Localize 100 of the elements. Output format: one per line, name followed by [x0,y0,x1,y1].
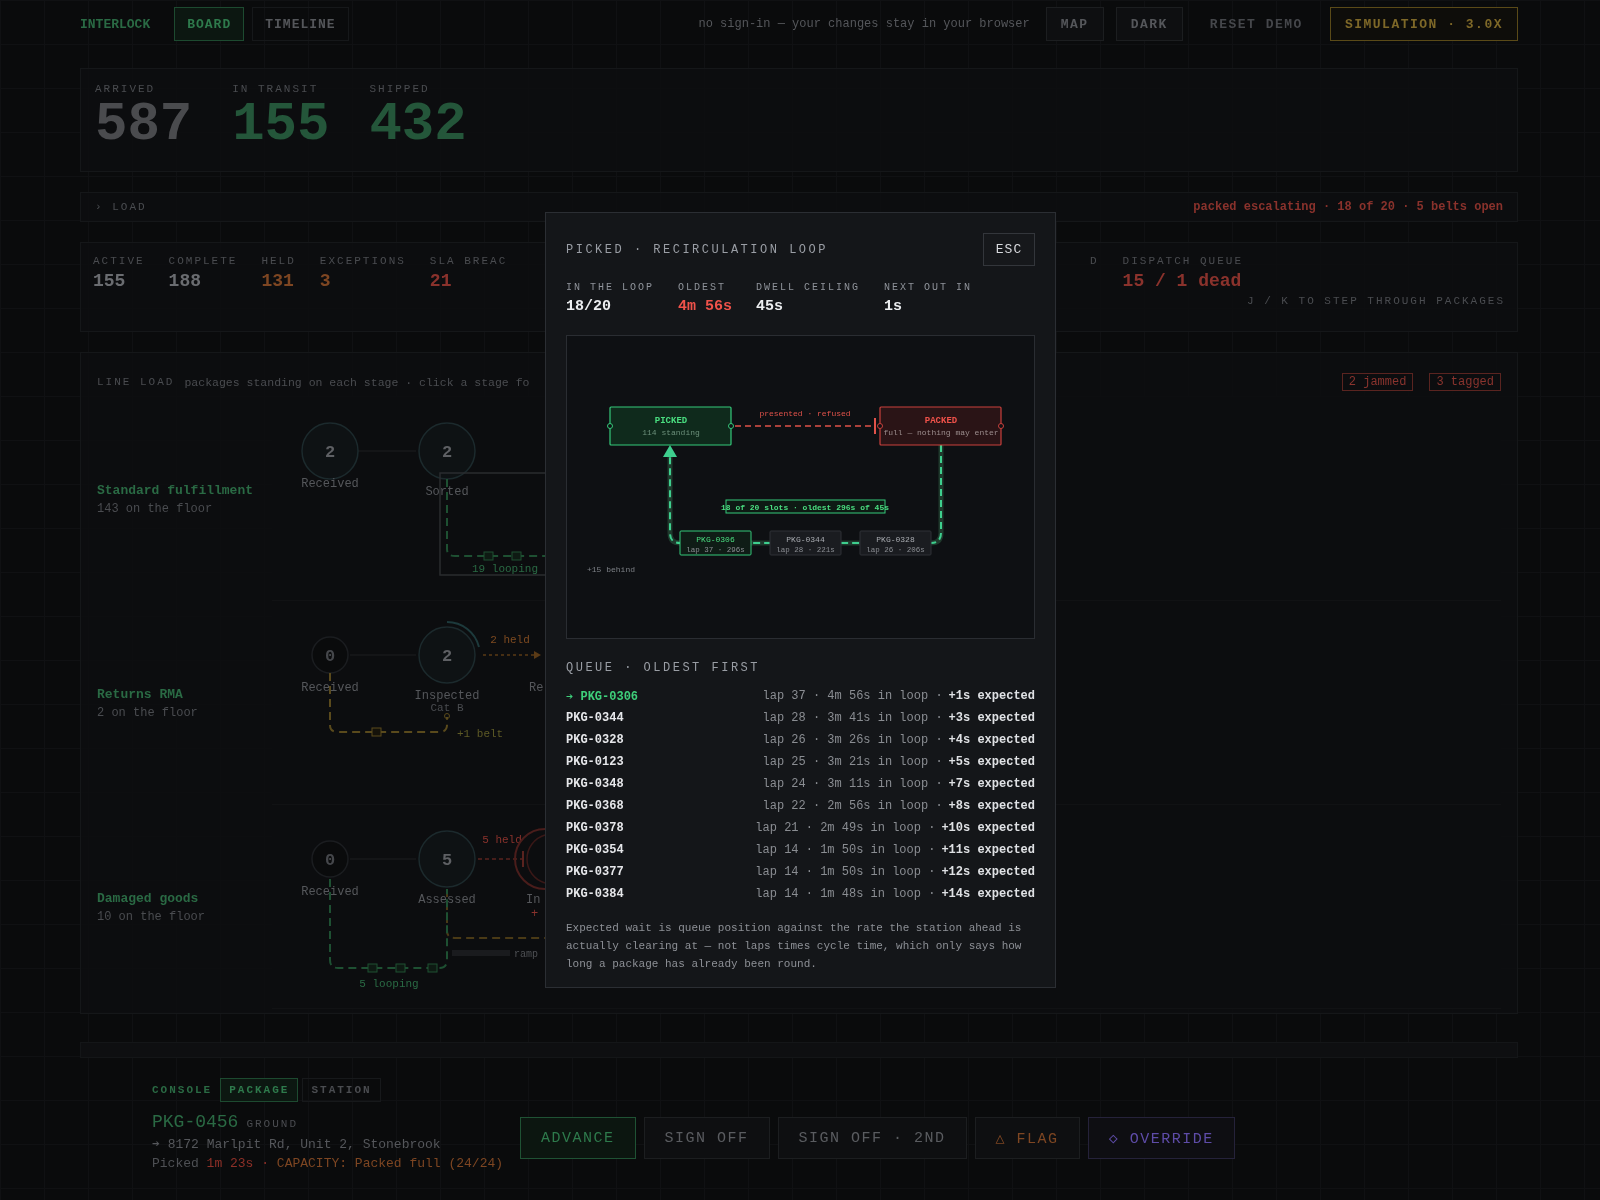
load-toggle[interactable]: › LOAD [95,201,147,213]
stage-label: Re [529,681,544,695]
toolbar-button[interactable]: MAP [1045,7,1104,41]
held-arrow [482,651,541,659]
queue-expected: +1s expected [948,689,1035,703]
stage-label: Received [301,477,359,491]
action-button[interactable]: SIGN OFF [643,1117,770,1159]
stat-value: 15 / 1 dead [1122,271,1243,291]
stat-value: 188 [168,271,202,291]
stage-node[interactable] [311,636,349,674]
queue-detail: lap 21 · 2m 49s in loop · [755,821,936,835]
slot-id: PKG-0328 [876,535,915,544]
queue-expected: +11s expected [941,843,1035,857]
queue-expected: +3s expected [948,711,1035,725]
package-slot[interactable] [769,530,842,556]
queue-detail: lap 26 · 3m 26s in loop · [762,733,943,747]
stat-label: D [1089,255,1099,267]
queue-detail: lap 14 · 1m 50s in loop · [755,865,936,879]
held-count: 5 held [482,834,522,846]
stage-node[interactable] [418,830,476,888]
stat-label: SLA BREAC [429,255,508,267]
toolbar-button[interactable]: DARK [1115,7,1183,41]
action-button[interactable]: △ FLAG [974,1117,1080,1159]
queue-expected: +8s expected [948,799,1035,813]
queue-detail: lap 25 · 3m 21s in loop · [762,755,943,769]
notice-text: no sign-in — your changes stay in your browser [698,17,1030,31]
stat-label: DWELL CEILING [756,282,861,293]
package-address: ➔ 8172 Marlpit Rd, Unit 2, Stonebrook [152,1136,442,1152]
stage-node[interactable] [418,626,476,684]
held-arrow [477,850,524,868]
loop-count: 5 looping [359,978,419,990]
slot-id: PKG-0306 [696,535,735,544]
alert-tag: 2 jammed [1341,373,1414,391]
queue-package[interactable]: PKG-0368 [566,799,624,813]
queue-detail: lap 37 · 4m 56s in loop · [762,689,943,703]
package-slot[interactable] [859,530,932,556]
stage-node[interactable] [301,422,359,480]
load-alert-text: packed escalating · 18 of 20 · 5 belts open [1193,200,1503,214]
queue-expected: +4s expected [948,733,1035,747]
stage-detail: full — nothing may enter [883,428,999,437]
stage-label: Sorted [425,485,469,499]
counter-value: 432 [369,95,467,155]
counter-label: IN TRANSIT [232,83,320,95]
queue-package[interactable]: ➔ PKG-0306 [566,688,639,704]
stat-value: 21 [429,271,453,291]
stage-name: PICKED [654,416,688,426]
queue-package[interactable]: PKG-0384 [566,887,624,901]
stage-node[interactable] [311,840,349,878]
toolbar-button[interactable]: SIMULATION · 3.0X [1329,7,1518,41]
stage-label: Received [301,885,359,899]
node-count: 5 [441,851,453,870]
action-button[interactable]: SIGN OFF · 2ND [777,1117,967,1159]
queue-package[interactable]: PKG-0344 [566,711,624,725]
action-button[interactable]: ◇ OVERRIDE [1087,1117,1235,1159]
view-tab[interactable]: BOARD [174,7,245,41]
node-count: 2 [324,443,336,462]
console-tab[interactable]: STATION [302,1078,381,1102]
stage-node[interactable] [877,406,1004,446]
action-button[interactable]: ADVANCE [520,1117,636,1159]
queue-expected: +14s expected [941,887,1035,901]
toolbar-button[interactable]: RESET DEMO [1194,7,1318,41]
lane-name: Standard fulfillment [97,482,255,498]
close-button[interactable]: ESC [983,233,1035,266]
counter-label: ARRIVED [95,83,157,95]
section-title: LINE LOAD [97,376,175,388]
queue-expected: +7s expected [948,777,1035,791]
view-tab[interactable]: TIMELINE [252,7,349,41]
queue-detail: lap 24 · 3m 11s in loop · [762,777,943,791]
console-tab[interactable]: PACKAGE [220,1078,299,1102]
stat-value: 1s [884,298,904,315]
queue-package[interactable]: PKG-0123 [566,755,624,769]
overflow-count: +15 behind [587,565,635,574]
queue-title: QUEUE · OLDEST FIRST [566,661,762,675]
dialog-note: Expected wait is queue position against the rate the station ahead is actually clearing at — not laps times cycle time, which only says how long a package has already been round. [566,921,1023,972]
queue-package[interactable]: PKG-0377 [566,865,624,879]
package-status: GROUND [246,1118,299,1130]
stage-label: In [526,893,541,907]
stage-node[interactable] [607,406,734,446]
stat-label: HELD [261,255,296,267]
stat-label: IN THE LOOP [566,282,654,293]
loop-count: 19 looping [472,563,538,575]
lane-count: 143 on the floor [97,501,214,516]
stat-value: 131 [261,271,295,291]
stage-label: Received [301,681,359,695]
queue-package[interactable]: PKG-0328 [566,733,624,747]
package-id: PKG-0456 [152,1112,239,1132]
stage-node[interactable] [418,422,476,480]
loop-label: 18 of 20 slots · oldest 296s of 45s [721,499,889,514]
stat-label: COMPLETE [168,255,238,267]
package-slot[interactable] [679,530,752,556]
queue-expected: +10s expected [941,821,1035,835]
queue-package[interactable]: PKG-0378 [566,821,624,835]
held-count: 2 held [490,634,530,646]
stat-value: 18/20 [566,298,612,315]
ramp-label: ramp [514,949,538,960]
queue-package[interactable]: PKG-0354 [566,843,624,857]
queue-package[interactable]: PKG-0348 [566,777,624,791]
queue-detail: lap 22 · 2m 56s in loop · [762,799,943,813]
counter-label: SHIPPED [369,83,431,95]
counter-value: 155 [232,95,330,155]
